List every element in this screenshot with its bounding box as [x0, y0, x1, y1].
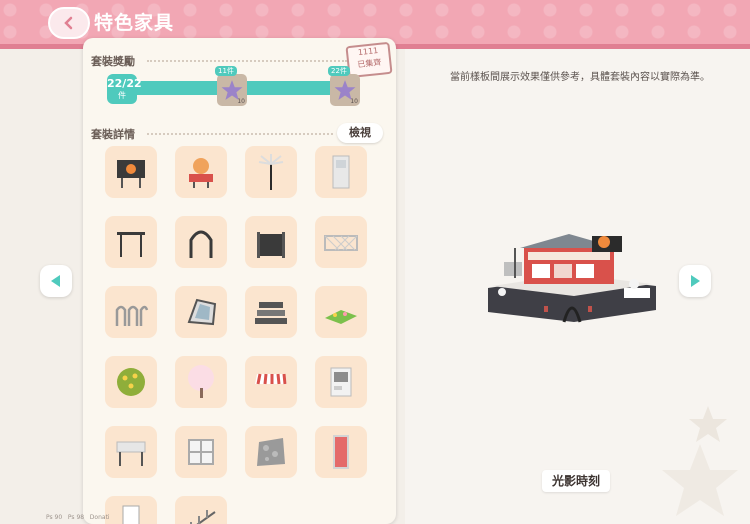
- item-blossom-tree[interactable]: [175, 356, 227, 408]
- divider: [147, 133, 333, 135]
- item-canopy[interactable]: [105, 426, 157, 478]
- progress-unit: 件: [118, 91, 126, 100]
- pergola-icon: [117, 232, 145, 257]
- blossom-tree-icon: [188, 365, 214, 398]
- reward-tier-1[interactable]: 11件 10: [215, 66, 247, 106]
- reward-tier-2[interactable]: 22件 10: [328, 66, 360, 106]
- furniture-set-preview[interactable]: [484, 228, 660, 324]
- item-red-panel[interactable]: [315, 426, 367, 478]
- prev-set-button[interactable]: [40, 265, 72, 297]
- reward-section-label: 套裝獎勵: [91, 55, 135, 68]
- stair-rail-icon: [190, 510, 216, 524]
- awning-icon: [255, 373, 287, 385]
- triangle-right-icon: [691, 275, 700, 287]
- back-arrow-icon: [64, 16, 73, 30]
- item-lattice-fence[interactable]: [315, 216, 367, 268]
- item-stone-floor[interactable]: [245, 426, 297, 478]
- item-awning[interactable]: [245, 356, 297, 408]
- preview-note: 當前樣板間展示效果僅供參考，具體套裝內容以實際為準。: [450, 72, 710, 83]
- progress-count: 22/22: [107, 77, 142, 90]
- item-arch[interactable]: [175, 216, 227, 268]
- reward-tag: 11件: [215, 66, 237, 76]
- reward-count: 10: [350, 98, 358, 105]
- item-flowerbed[interactable]: [315, 286, 367, 338]
- item-dark-fence[interactable]: [245, 216, 297, 268]
- item-billboard[interactable]: [105, 146, 157, 198]
- reward-count: 10: [237, 98, 245, 105]
- progress-count-badge: 22/22 件: [107, 74, 142, 104]
- item-flower-bush[interactable]: [105, 356, 157, 408]
- item-door-panel[interactable]: [315, 146, 367, 198]
- reward-tag: 22件: [328, 66, 350, 76]
- flower-bush-icon: [117, 368, 145, 396]
- stamp-text: 1111 已集齊: [356, 46, 382, 70]
- skylight-icon: [187, 298, 217, 326]
- red-panel-icon: [333, 435, 349, 469]
- set-name-caption: 光影時刻: [542, 470, 610, 492]
- house-model-icon: [488, 234, 656, 323]
- billboard-icon: [117, 160, 145, 188]
- completed-stamp: 1111 已集齊: [345, 41, 393, 79]
- item-window[interactable]: [175, 426, 227, 478]
- view-button[interactable]: 檢視: [337, 123, 383, 143]
- details-section-label: 套裝詳情: [91, 128, 135, 141]
- item-sign[interactable]: [175, 146, 227, 198]
- arch-icon: [189, 230, 213, 258]
- item-door[interactable]: [105, 496, 157, 524]
- divider: [147, 60, 347, 62]
- item-pergola[interactable]: [105, 216, 157, 268]
- canopy-icon: [116, 441, 146, 466]
- page-title: 特色家具: [94, 12, 175, 34]
- item-palm-lamp[interactable]: [245, 146, 297, 198]
- set-panel: 套裝獎勵 1111 已集齊 22/22 件 11件 10 22件 10 套裝詳情 …: [83, 38, 396, 524]
- item-skylight[interactable]: [175, 286, 227, 338]
- item-bike-rack[interactable]: [105, 286, 157, 338]
- door-icon: [122, 505, 140, 524]
- fence-dark-icon: [257, 232, 285, 258]
- star-decoration-icon: [689, 406, 727, 442]
- window-icon: [188, 439, 214, 465]
- star-decoration-large-icon: [662, 444, 738, 516]
- vending-icon: [330, 367, 352, 397]
- sign-icon: [189, 158, 213, 188]
- next-set-button[interactable]: [679, 265, 711, 297]
- palm-lamp-icon: [258, 154, 284, 190]
- triangle-left-icon: [51, 275, 60, 287]
- back-button[interactable]: [48, 7, 90, 39]
- door-panel-icon: [332, 155, 350, 189]
- lattice-fence-icon: [324, 235, 358, 251]
- bike-rack-icon: [115, 305, 149, 326]
- footer-debug-text: Ps 90 Ps 98 Donati: [46, 514, 110, 521]
- stone-floor-icon: [257, 438, 285, 466]
- item-steps[interactable]: [245, 286, 297, 338]
- item-vending[interactable]: [315, 356, 367, 408]
- steps-icon: [255, 302, 287, 324]
- flowerbed-icon: [325, 310, 357, 324]
- item-stair-rail[interactable]: [175, 496, 227, 524]
